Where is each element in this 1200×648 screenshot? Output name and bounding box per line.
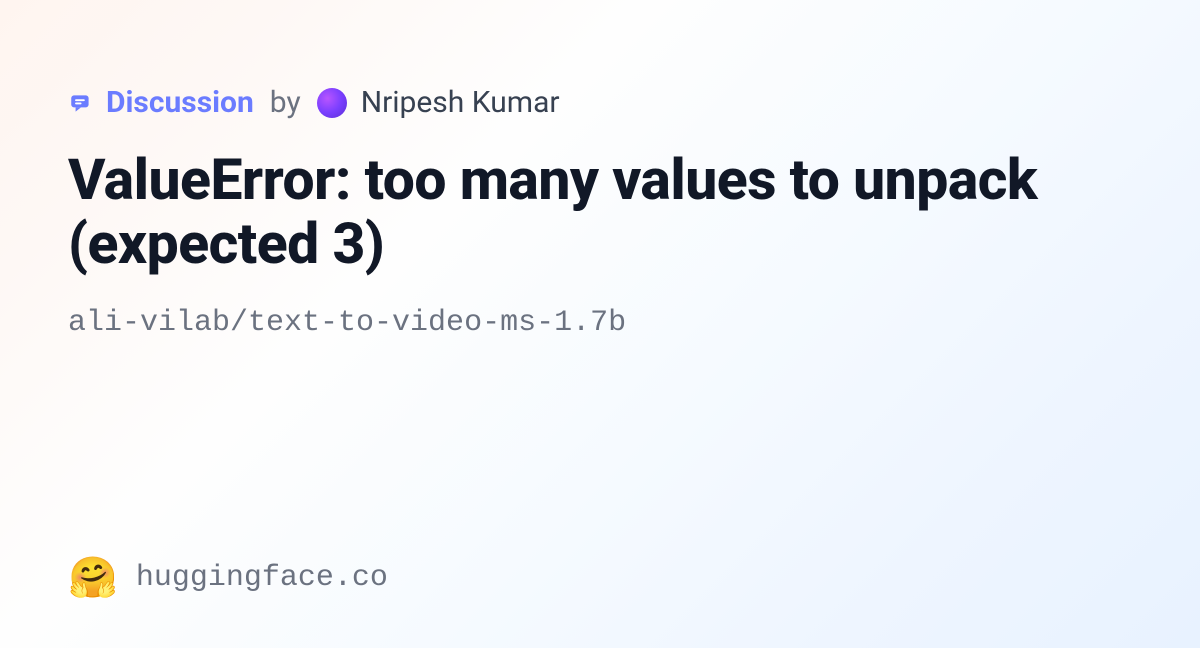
huggingface-logo-icon: 🤗 [68,558,118,598]
header-row: Discussion by Nripesh Kumar [68,85,1132,120]
footer: 🤗 huggingface.co [68,558,388,598]
author-name: Nripesh Kumar [361,85,560,120]
discussion-label: Discussion [106,85,254,120]
repo-path: ali-vilab/text-to-video-ms-1.7b [68,306,1132,340]
by-text: by [270,85,301,120]
author-avatar [317,88,347,118]
discussion-icon [68,90,94,116]
discussion-title: ValueError: too many values to unpack (e… [68,148,1132,276]
social-card: Discussion by Nripesh Kumar ValueError: … [0,0,1200,648]
site-domain: huggingface.co [136,561,388,595]
